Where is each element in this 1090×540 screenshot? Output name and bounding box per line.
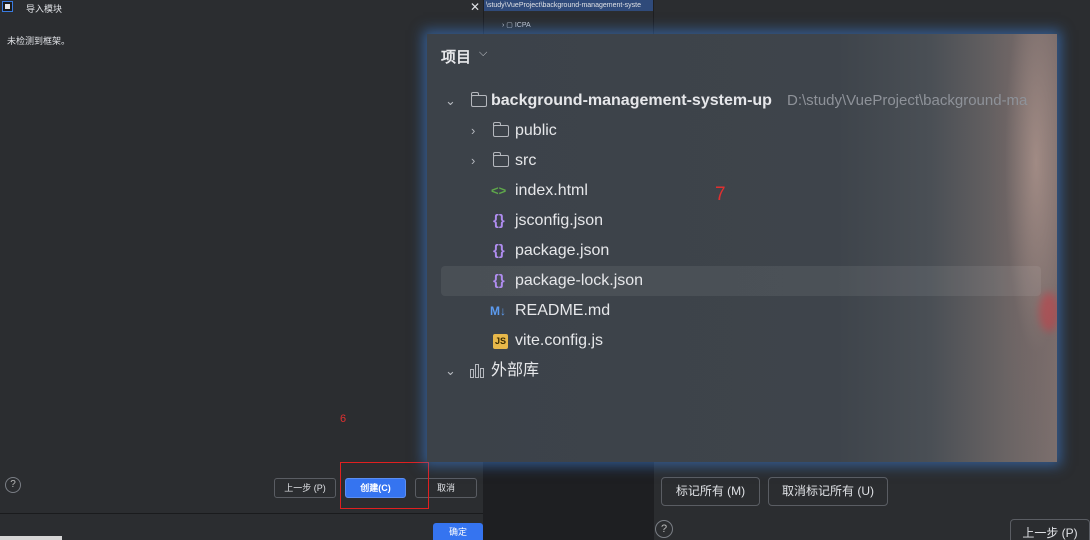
help-button[interactable]: ? — [655, 520, 673, 538]
help-button[interactable]: ? — [5, 477, 21, 493]
unmark-all-button[interactable]: 取消标记所有 (U) — [768, 477, 888, 506]
previous-button[interactable]: 上一步 (P) — [274, 478, 336, 498]
chevron-down-icon[interactable]: ⌄ — [445, 356, 456, 386]
no-framework-message: 未检测到框架。 — [7, 36, 71, 46]
root-module-name: background-management-system-up — [491, 92, 772, 109]
tree-item-package-json[interactable]: {} package.json — [427, 236, 1057, 266]
close-icon[interactable]: ✕ — [470, 0, 480, 14]
project-tree-popup: 项目 ⌵ ⌄ background-management-system-up D… — [427, 34, 1057, 462]
markdown-file-icon: M↓ — [490, 304, 506, 318]
tree-item-label: src — [515, 152, 537, 169]
library-icon — [470, 364, 486, 378]
folder-icon — [493, 152, 509, 167]
tree-item-src[interactable]: › src — [427, 146, 1057, 176]
module-folder-icon — [471, 92, 487, 107]
chevron-right-icon: › ▢ — [502, 22, 515, 29]
tree-item-jsconfig-json[interactable]: {} jsconfig.json — [427, 206, 1057, 236]
dialog-titlebar: 导入模块 ✕ — [0, 0, 483, 16]
horizontal-scrollbar[interactable] — [0, 536, 62, 540]
tree-item-readme-md[interactable]: M↓ README.md — [427, 296, 1057, 326]
chevron-down-icon[interactable]: ⌵ — [479, 47, 487, 60]
dialog-title: 导入模块 — [26, 4, 63, 14]
tree-item-package-lock-json[interactable]: {} package-lock.json — [441, 266, 1041, 296]
tree-item-label: ICPA — [514, 22, 531, 29]
tree-item-label: package.json — [515, 242, 610, 259]
html-file-icon: <> — [491, 183, 507, 198]
tree-item-index-html[interactable]: <> index.html — [427, 176, 1057, 206]
tree-item-label: jsconfig.json — [515, 212, 604, 229]
json-file-icon: {} — [493, 212, 505, 229]
import-module-dialog: 导入模块 ✕ 未检测到框架。 6 ? 上一步 (P) 创建(C) 取消 确定 — [0, 0, 483, 540]
annotation-highlight-box — [340, 462, 429, 509]
mark-all-button[interactable]: 标记所有 (M) — [661, 477, 760, 506]
annotation-label-7: 7 — [715, 184, 726, 205]
tree-item-label: vite.config.js — [515, 332, 604, 349]
tree-item-label: index.html — [515, 182, 588, 199]
tree-item-label: README.md — [515, 302, 611, 319]
previous-button[interactable]: 上一步 (P) — [1010, 519, 1090, 540]
js-file-icon: JS — [493, 334, 508, 349]
chevron-right-icon[interactable]: › — [471, 116, 475, 146]
tree-item-label: package-lock.json — [515, 272, 644, 289]
tree-item-public[interactable]: › public — [427, 116, 1057, 146]
tree-item-external-libraries[interactable]: ⌄ 外部库 — [427, 356, 1057, 386]
json-file-icon: {} — [493, 272, 505, 289]
ok-button[interactable]: 确定 — [433, 523, 483, 540]
root-module-path: D:\study\VueProject\background-ma — [787, 92, 1028, 109]
divider — [0, 513, 483, 514]
annotation-label-6: 6 — [340, 413, 347, 425]
tree-root-row[interactable]: ⌄ background-management-system-up D:\stu… — [427, 86, 1057, 116]
tree-item-vite-config-js[interactable]: JS vite.config.js — [427, 326, 1057, 356]
tree-item-label: 外部库 — [491, 362, 540, 379]
chevron-down-icon[interactable]: ⌄ — [445, 86, 456, 116]
tree-item-icpa[interactable]: › ▢ ICPA — [502, 21, 531, 29]
tree-item-label: public — [515, 122, 557, 139]
chevron-right-icon[interactable]: › — [471, 146, 475, 176]
folder-icon — [493, 122, 509, 137]
project-view-title[interactable]: 项目 — [441, 46, 471, 67]
json-file-icon: {} — [493, 242, 505, 259]
selected-path-row[interactable]: \study\VueProject\background-management-… — [484, 0, 656, 11]
app-logo-icon — [2, 1, 13, 12]
